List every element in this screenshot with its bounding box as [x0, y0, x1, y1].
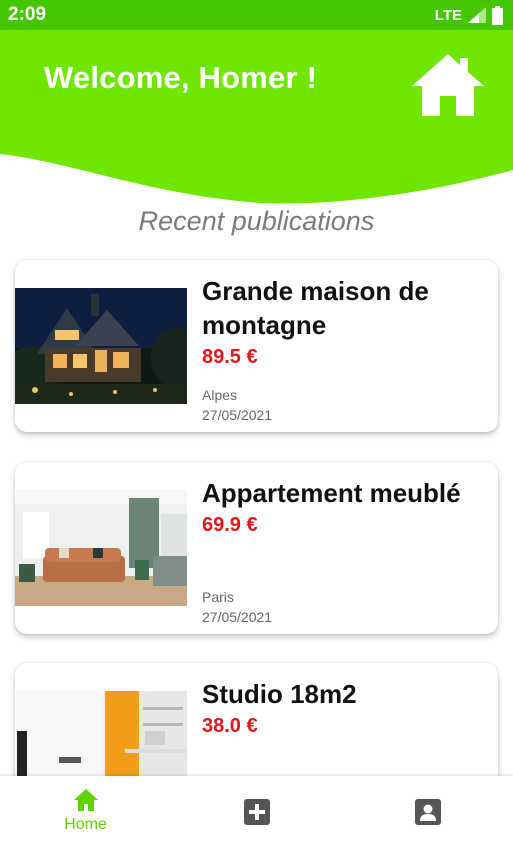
publication-image [15, 288, 187, 404]
publication-date: 27/05/2021 [202, 407, 273, 423]
publication-date: 27/05/2021 [202, 609, 273, 625]
publication-location: Paris [202, 589, 234, 605]
status-time: 2:09 [8, 4, 47, 25]
publication-title: Grande maison de montagne [202, 276, 429, 340]
bottom-navigation: Home [0, 776, 513, 844]
nav-profile[interactable] [342, 776, 513, 844]
nav-home-label: Home [64, 816, 107, 833]
home-button[interactable] [410, 52, 486, 118]
publication-card[interactable]: Appartement meublé 69.9 € Paris 27/05/20… [15, 462, 498, 634]
publication-image [15, 490, 187, 606]
add-box-icon [243, 799, 270, 825]
home-icon [412, 54, 484, 116]
publication-location: Alpes [202, 387, 238, 403]
account-box-icon [414, 799, 441, 825]
publication-title: Studio 18m2 [202, 679, 357, 709]
welcome-title: Welcome, Homer ! [44, 60, 318, 95]
publication-price: 69.9 € [202, 514, 258, 536]
section-title: Recent publications [138, 206, 375, 236]
battery-icon [492, 5, 503, 25]
nav-home[interactable]: Home [0, 776, 171, 844]
publication-title: Appartement meublé [202, 478, 461, 508]
network-type: LTE [434, 6, 462, 24]
home-icon [73, 789, 98, 811]
header: Welcome, Homer ! [0, 30, 513, 205]
publication-card[interactable]: Grande maison de montagne 89.5 € Alpes 2… [15, 260, 498, 432]
status-bar: 2:09 LTE [0, 0, 513, 30]
publication-price: 89.5 € [202, 346, 258, 368]
status-icons: LTE [434, 5, 503, 25]
nav-add[interactable] [171, 776, 342, 844]
publication-price: 38.0 € [202, 715, 258, 737]
signal-icon [468, 7, 486, 23]
